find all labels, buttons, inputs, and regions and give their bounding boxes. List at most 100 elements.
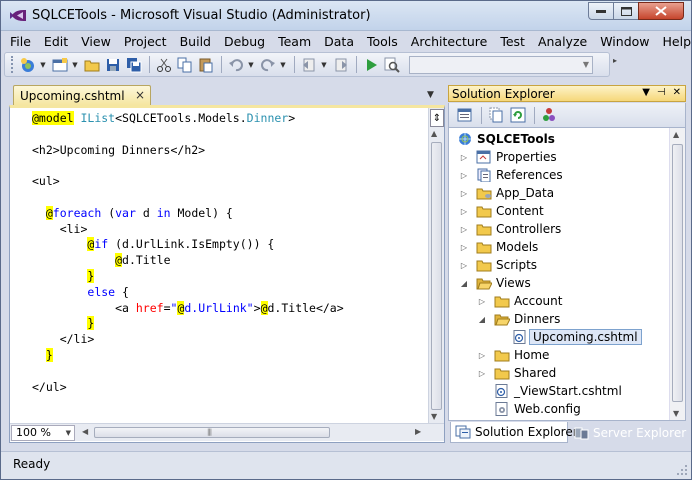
scroll-down-icon[interactable]: ▼ xyxy=(431,412,437,421)
new-project-button[interactable] xyxy=(18,55,37,74)
menu-data[interactable]: Data xyxy=(324,34,354,49)
cshtml-file-icon xyxy=(512,330,528,344)
active-files-dropdown-icon[interactable]: ▼ xyxy=(427,90,434,100)
find-button[interactable] xyxy=(382,55,401,74)
expand-arrow-icon[interactable]: ▷ xyxy=(459,171,469,180)
expand-arrow-icon[interactable]: ▷ xyxy=(459,261,469,270)
menu-debug[interactable]: Debug xyxy=(224,34,265,49)
open-file-button[interactable] xyxy=(82,55,101,74)
code-line-14: } xyxy=(32,316,428,332)
navigate-backward-button[interactable] xyxy=(299,55,318,74)
expand-arrow-icon[interactable]: ▷ xyxy=(459,225,469,234)
tree-item-scripts[interactable]: ▷ Scripts xyxy=(459,256,537,274)
menu-test[interactable]: Test xyxy=(500,34,525,49)
menu-build[interactable]: Build xyxy=(180,34,211,49)
menu-view[interactable]: View xyxy=(81,34,111,49)
editor-vertical-scrollbar[interactable]: ⇕ ▲ ▼ xyxy=(428,108,444,423)
split-editor-button[interactable]: ⇕ xyxy=(430,109,444,127)
solution-tree[interactable]: SQLCETools ▷ Properties ▷ References ▷ A… xyxy=(448,127,686,421)
save-button[interactable] xyxy=(103,55,122,74)
paste-button[interactable] xyxy=(196,55,215,74)
code-line-8: <li> xyxy=(32,221,88,236)
menu-analyze[interactable]: Analyze xyxy=(538,34,587,49)
tree-item-content[interactable]: ▷ Content xyxy=(459,202,544,220)
tree-item-web-config[interactable]: Web.config xyxy=(494,400,581,418)
expand-arrow-icon[interactable]: ▷ xyxy=(459,189,469,198)
vertical-scroll-thumb[interactable] xyxy=(431,142,442,410)
menu-file[interactable]: File xyxy=(10,34,31,49)
minimize-button[interactable] xyxy=(588,2,614,20)
window-position-icon[interactable]: ▼ xyxy=(642,87,650,98)
solution-tree-scroll-thumb[interactable] xyxy=(672,144,683,402)
new-project-dropdown[interactable]: ▼ xyxy=(39,55,47,74)
zoom-combo[interactable]: 100 % ▼ xyxy=(11,425,75,441)
menu-architecture[interactable]: Architecture xyxy=(411,34,488,49)
expand-arrow-icon[interactable]: ▷ xyxy=(477,297,487,306)
code-line-18: </ul> xyxy=(32,379,67,394)
redo-dropdown[interactable]: ▼ xyxy=(279,55,287,74)
menu-project[interactable]: Project xyxy=(124,34,167,49)
tab-server-explorer[interactable]: Server Explorer xyxy=(569,422,686,443)
code-editor[interactable]: @model IList<SQLCETools.Models.Dinner> <… xyxy=(9,105,445,443)
view-class-diagram-button[interactable] xyxy=(539,106,558,125)
toolbar-options-icon[interactable]: ▸ xyxy=(613,56,623,65)
collapse-arrow-icon[interactable]: ◢ xyxy=(477,315,487,324)
cut-button[interactable] xyxy=(154,55,173,74)
solution-tree-scrollbar[interactable]: ▲ ▼ xyxy=(669,128,685,420)
save-all-button[interactable] xyxy=(124,55,143,74)
code-area[interactable]: @model IList<SQLCETools.Models.Dinner> <… xyxy=(32,111,428,423)
close-panel-icon[interactable]: ✕ xyxy=(673,87,681,98)
tree-item-models[interactable]: ▷ Models xyxy=(459,238,538,256)
scroll-left-icon[interactable]: ◀ xyxy=(82,427,88,436)
collapse-arrow-icon[interactable]: ◢ xyxy=(459,279,469,288)
tree-item-dinners[interactable]: ◢ Dinners xyxy=(477,310,560,328)
expand-arrow-icon[interactable]: ▷ xyxy=(459,243,469,252)
undo-dropdown[interactable]: ▼ xyxy=(247,55,255,74)
expand-arrow-icon[interactable]: ▷ xyxy=(477,351,487,360)
tree-item-viewstart[interactable]: _ViewStart.cshtml xyxy=(494,382,622,400)
tab-solution-explorer[interactable]: Solution Explorer xyxy=(450,422,578,443)
scroll-up-icon[interactable]: ▲ xyxy=(673,130,679,139)
toolbar-grip[interactable] xyxy=(11,56,14,73)
tree-item-upcoming-cshtml[interactable]: Upcoming.cshtml xyxy=(512,328,642,346)
menu-edit[interactable]: Edit xyxy=(44,34,68,49)
close-tab-icon[interactable]: × xyxy=(135,88,145,102)
undo-button[interactable] xyxy=(226,55,245,74)
tree-item-project[interactable]: SQLCETools xyxy=(457,130,555,148)
add-item-dropdown[interactable]: ▼ xyxy=(71,55,79,74)
tree-item-views[interactable]: ◢ Views xyxy=(459,274,531,292)
close-button[interactable] xyxy=(638,2,684,20)
add-item-button[interactable] xyxy=(50,55,69,74)
tree-item-shared[interactable]: ▷ Shared xyxy=(477,364,556,382)
scroll-right-icon[interactable]: ▶ xyxy=(415,427,421,436)
redo-button[interactable] xyxy=(258,55,277,74)
expand-arrow-icon[interactable]: ▷ xyxy=(459,207,469,216)
maximize-button[interactable] xyxy=(613,2,639,20)
tree-item-references[interactable]: ▷ References xyxy=(459,166,563,184)
tree-item-app-data[interactable]: ▷ App_Data xyxy=(459,184,554,202)
tree-item-properties[interactable]: ▷ Properties xyxy=(459,148,557,166)
navigate-forward-button[interactable] xyxy=(331,55,350,74)
menu-tools[interactable]: Tools xyxy=(367,34,398,49)
expand-arrow-icon[interactable]: ▷ xyxy=(459,153,469,162)
expand-arrow-icon[interactable]: ▷ xyxy=(477,369,487,378)
tree-item-home[interactable]: ▷ Home xyxy=(477,346,550,364)
menu-window[interactable]: Window xyxy=(600,34,649,49)
scroll-up-icon[interactable]: ▲ xyxy=(431,129,437,138)
show-all-files-button[interactable] xyxy=(486,106,505,125)
scroll-down-icon[interactable]: ▼ xyxy=(673,409,679,418)
refresh-button[interactable] xyxy=(508,106,527,125)
properties-button[interactable] xyxy=(455,106,474,125)
menu-help[interactable]: Help xyxy=(663,34,692,49)
document-tab-upcoming[interactable]: Upcoming.cshtml × xyxy=(13,85,151,105)
menu-team[interactable]: Team xyxy=(278,34,311,49)
start-debugging-button[interactable] xyxy=(361,55,380,74)
tree-item-account[interactable]: ▷ Account xyxy=(477,292,563,310)
solution-configuration-combo[interactable]: ▼ xyxy=(409,55,593,74)
horizontal-scroll-thumb[interactable]: ||| xyxy=(94,427,330,438)
navigate-backward-dropdown[interactable]: ▼ xyxy=(320,55,328,74)
copy-button[interactable] xyxy=(175,55,194,74)
resize-grip-icon[interactable] xyxy=(676,464,688,476)
tree-item-controllers[interactable]: ▷ Controllers xyxy=(459,220,561,238)
auto-hide-pin-icon[interactable]: ⊣ xyxy=(657,87,666,98)
